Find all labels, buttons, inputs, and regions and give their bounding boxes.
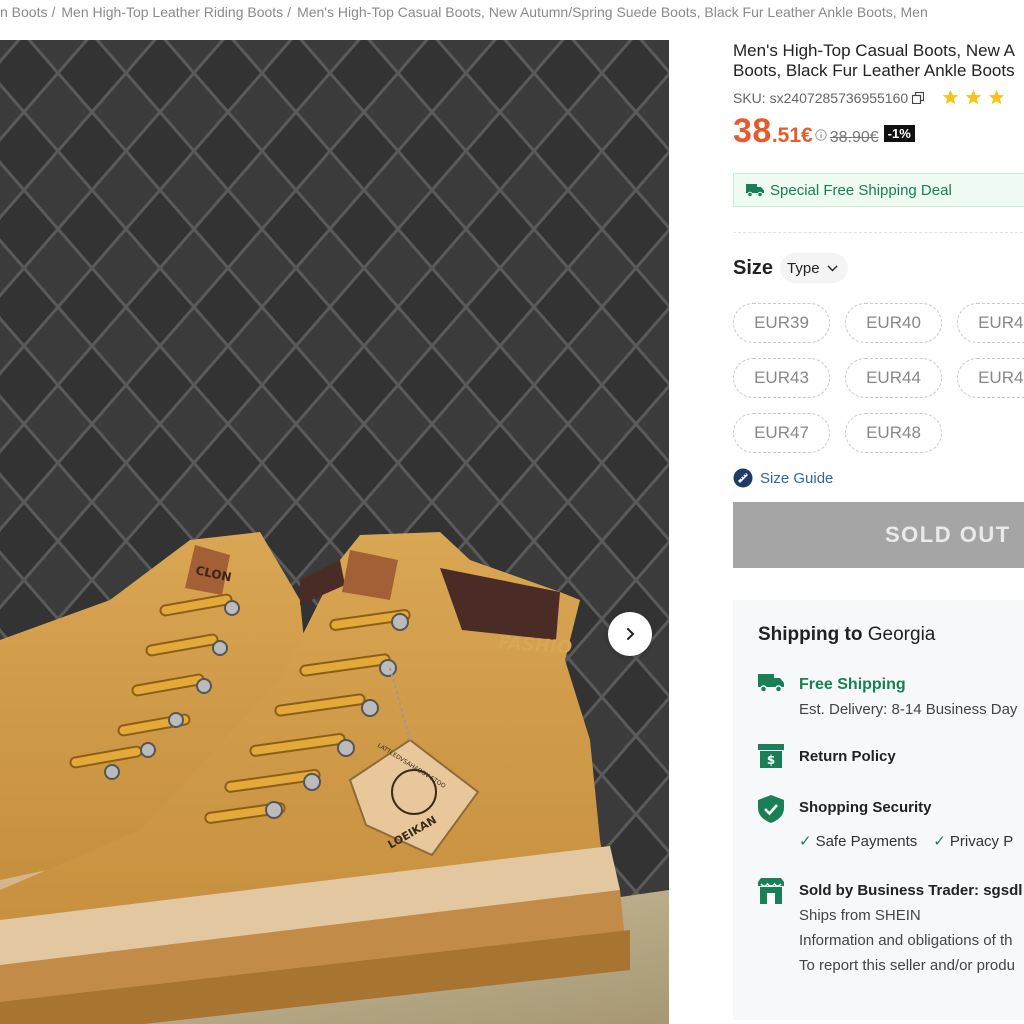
breadcrumb-current: Men's High-Top Casual Boots, New Autumn/… (297, 4, 928, 20)
shield-icon (758, 795, 784, 823)
size-label: Size (733, 256, 774, 279)
free-shipping-item: Free Shipping Est. Delivery: 8-14 Busine… (758, 672, 1024, 722)
size-header: Size Type (733, 253, 1024, 283)
privacy-check: ✓ Privacy P (933, 829, 1013, 854)
chevron-down-icon (827, 265, 838, 271)
copy-icon[interactable] (912, 91, 925, 104)
size-row: EUR47 EUR48 (733, 413, 1024, 453)
breadcrumb: n Boots / Men High-Top Leather Riding Boot… (0, 0, 1024, 26)
size-type-label: Type (787, 259, 820, 277)
sold-out-button[interactable]: SOLD OUT (733, 502, 1024, 568)
star-icon (966, 89, 982, 105)
svg-text:$: $ (767, 753, 775, 767)
free-shipping-label: Free Shipping (799, 676, 906, 693)
estimated-delivery: Est. Delivery: 8-14 Business Day (799, 701, 1018, 718)
store-icon (758, 878, 784, 904)
size-row: EUR43 EUR44 EUR45 (733, 358, 1024, 398)
star-icon (943, 89, 959, 105)
size-options: EUR39 EUR40 EUR41 EUR43 EUR44 EUR45 EUR4… (733, 303, 1024, 453)
price-current-decimal: .51€ (771, 124, 813, 147)
rating-stars[interactable] (942, 89, 1005, 106)
star-icon (989, 89, 1005, 105)
size-option[interactable]: EUR48 (845, 413, 942, 453)
chevron-right-icon (627, 628, 635, 640)
check-icon: ✓ (799, 833, 812, 850)
special-shipping-deal-label: Special Free Shipping Deal (770, 181, 952, 199)
safe-payments-check: ✓ Safe Payments (799, 829, 917, 854)
shipping-title-label: Shipping to (758, 624, 863, 645)
size-option[interactable]: EUR43 (733, 358, 830, 398)
return-policy-item[interactable]: $ Return Policy (758, 744, 1024, 773)
breadcrumb-item[interactable]: n Boots (0, 4, 47, 20)
price-original: 38.90€ (829, 129, 879, 146)
product-photo: CLON FASHIO LOEIKAN LATTLEDVSAHAOOV STOO (0, 40, 669, 1024)
size-guide-link[interactable]: Size Guide (733, 468, 1024, 488)
size-row: EUR39 EUR40 EUR41 (733, 303, 1024, 343)
product-image[interactable]: CLON FASHIO LOEIKAN LATTLEDVSAHAOOV STOO (0, 40, 669, 1024)
sku-label: SKU: (733, 89, 766, 106)
truck-icon (746, 184, 764, 197)
seller-obligations-link[interactable]: Information and obligations of th (799, 928, 1022, 953)
report-seller-link[interactable]: To report this seller and/or produ (799, 953, 1022, 978)
size-option[interactable]: EUR45 (957, 358, 1024, 398)
breadcrumb-separator: / (287, 4, 292, 20)
shopping-security-label: Shopping Security (799, 799, 932, 816)
product-info: Men's High-Top Casual Boots, New A Boots… (733, 40, 1024, 1020)
next-image-button[interactable] (608, 612, 652, 656)
product-title: Men's High-Top Casual Boots, New A Boots… (733, 41, 1024, 81)
size-option[interactable]: EUR41 (957, 303, 1024, 343)
ruler-icon (733, 468, 753, 488)
special-shipping-deal[interactable]: Special Free Shipping Deal (733, 173, 1024, 207)
size-option[interactable]: EUR44 (845, 358, 942, 398)
shipping-title: Shipping to Georgia (758, 624, 1024, 646)
shipping-destination[interactable]: Georgia (868, 624, 936, 645)
size-option[interactable]: EUR47 (733, 413, 830, 453)
sku-value: sx2407285736955160 (769, 89, 909, 106)
sku-row: SKU: sx2407285736955160 (733, 89, 1024, 106)
ships-from: Ships from SHEIN (799, 907, 921, 924)
product-title-line: Men's High-Top Casual Boots, New A (733, 41, 1015, 60)
divider (733, 232, 1024, 233)
size-guide-label: Size Guide (760, 469, 834, 487)
shipping-panel: Shipping to Georgia Free Shipping Est. D… (733, 600, 1024, 1020)
product-title-line: Boots, Black Fur Leather Ankle Boots (733, 61, 1015, 80)
check-icon: ✓ (933, 833, 946, 850)
shopping-security-item[interactable]: Shopping Security ✓ Safe Payments ✓ Privac… (758, 795, 1024, 854)
info-icon[interactable] (815, 128, 827, 141)
size-option[interactable]: EUR40 (845, 303, 942, 343)
price-current-integer: 38 (733, 112, 772, 150)
discount-badge: -1% (883, 125, 915, 142)
seller-name[interactable]: Sold by Business Trader: sgsdl (799, 878, 1022, 903)
return-policy-label: Return Policy (799, 748, 896, 765)
size-type-dropdown[interactable]: Type (780, 253, 848, 283)
return-box-icon: $ (758, 744, 784, 768)
breadcrumb-item[interactable]: Men High-Top Leather Riding Boots (61, 4, 283, 20)
safe-payments-label: Safe Payments (815, 833, 918, 850)
price-row: 38.51€ 38.90€ -1% (733, 112, 1024, 151)
truck-icon (758, 674, 784, 693)
privacy-label: Privacy P (949, 833, 1014, 850)
size-option[interactable]: EUR39 (733, 303, 830, 343)
breadcrumb-separator: / (51, 4, 56, 20)
seller-info-item: Sold by Business Trader: sgsdl Ships fro… (758, 878, 1024, 978)
